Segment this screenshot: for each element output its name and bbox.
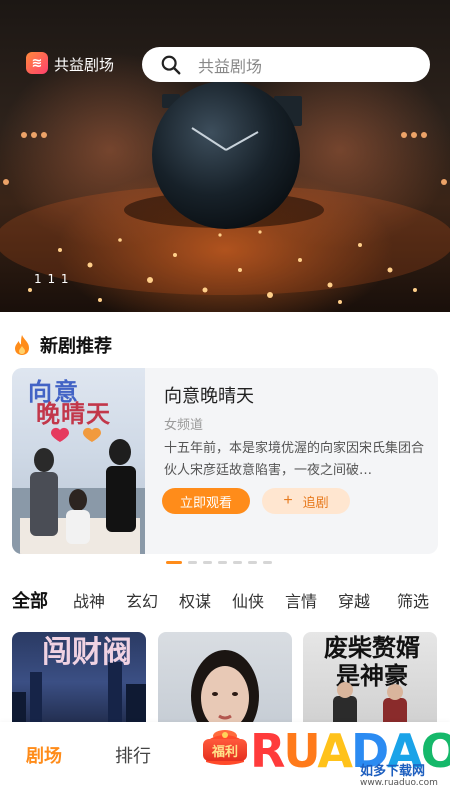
- watermark-letter: O: [420, 724, 450, 778]
- nav-theater[interactable]: 剧场: [26, 742, 62, 768]
- plus-icon: +: [283, 492, 293, 509]
- carousel-dot[interactable]: [203, 561, 212, 564]
- carousel-dot[interactable]: [263, 561, 272, 564]
- category-tab-filter[interactable]: 筛选: [397, 588, 429, 612]
- fire-icon: [15, 335, 29, 355]
- search-icon: [161, 55, 181, 74]
- drama-description: 十五年前，本是家境优渥的向家因宋氏集团合伙人宋彦廷故意陷害，一夜之间破…: [164, 441, 425, 478]
- carousel-dots: [166, 561, 278, 564]
- carousel-dot[interactable]: [248, 561, 257, 564]
- search-bar[interactable]: 共益剧场: [142, 47, 430, 82]
- carousel-dot[interactable]: [166, 561, 182, 564]
- watermark-cn: 如多下载网: [360, 764, 426, 779]
- drama-title[interactable]: 向意晚晴天: [164, 382, 254, 408]
- app-logo-icon: ≋: [26, 52, 48, 74]
- drama-thumbnail[interactable]: 废柴赘婿 是神豪: [303, 632, 437, 732]
- category-tab-all[interactable]: 全部: [12, 587, 48, 613]
- watermark-letter: U: [283, 724, 319, 778]
- search-placeholder: 共益剧场: [198, 56, 263, 76]
- follow-label: 追剧: [302, 494, 329, 510]
- watermark-letter: A: [317, 724, 353, 778]
- carousel-dot[interactable]: [188, 561, 197, 564]
- watch-now-button[interactable]: 立即观看: [162, 488, 250, 514]
- watermark-letter: R: [250, 724, 285, 778]
- drama-poster[interactable]: 向意 晚晴天: [12, 368, 145, 554]
- category-tab-strategy[interactable]: 权谋: [179, 588, 211, 612]
- follow-drama-button[interactable]: + 追剧: [262, 488, 350, 514]
- carousel-dot[interactable]: [233, 561, 242, 564]
- thumbnail-title: 闯财阀: [42, 635, 132, 670]
- section-header: 新剧推荐: [12, 332, 112, 358]
- drama-thumbnail[interactable]: 闯财阀: [12, 632, 146, 732]
- category-tab-war-god[interactable]: 战神: [73, 588, 105, 612]
- nav-ranking[interactable]: 排行: [115, 742, 151, 768]
- hero-banner[interactable]: ≋ 共益剧场 共益剧场 1 1 1: [0, 0, 450, 312]
- poster-title-line2: 晚晴天: [36, 400, 111, 428]
- category-tab-xianxia[interactable]: 仙侠: [232, 588, 264, 612]
- carousel-dot[interactable]: [218, 561, 227, 564]
- nav-welfare[interactable]: 福利: [203, 739, 247, 761]
- drama-thumbnail[interactable]: [158, 632, 292, 732]
- watch-now-label: 立即观看: [179, 494, 232, 510]
- site-watermark: RUADAO 如多下载网 www.ruaduo.com: [250, 720, 450, 800]
- category-tab-romance[interactable]: 言情: [285, 588, 317, 612]
- featured-drama-card[interactable]: 向意 晚晴天 向意晚晴天 女频道 十五年前，本是家境优渥的向家因宋氏集团合伙人宋…: [12, 368, 438, 554]
- category-tabs: 全部 战神 玄幻 权谋 仙侠 言情 穿越 筛选: [0, 588, 450, 612]
- category-tab-fantasy[interactable]: 玄幻: [126, 588, 158, 612]
- watermark-url: www.ruaduo.com: [360, 778, 438, 788]
- characters-artwork: [333, 682, 407, 732]
- category-tab-time-travel[interactable]: 穿越: [338, 588, 370, 612]
- app-name: 共益剧场: [54, 56, 115, 74]
- drama-channel: 女频道: [164, 418, 204, 433]
- portrait-artwork: [191, 650, 259, 732]
- banner-indicator: 1 1 1: [34, 272, 70, 286]
- section-title: 新剧推荐: [40, 336, 112, 357]
